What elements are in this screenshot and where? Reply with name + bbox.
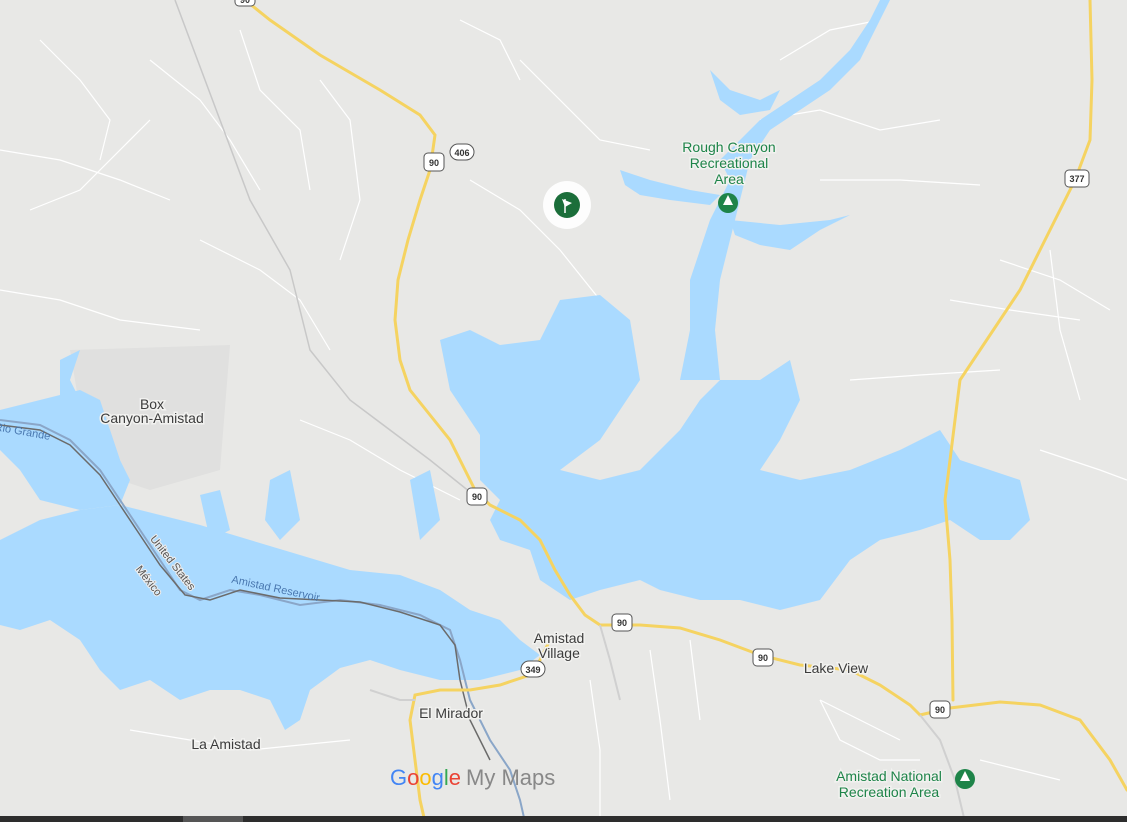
place-label-amistad-village: Village xyxy=(538,645,580,661)
park-label-amistad-nra: Amistad National xyxy=(836,768,942,784)
svg-text:90: 90 xyxy=(758,653,768,663)
svg-text:90: 90 xyxy=(617,618,627,628)
svg-text:My Maps: My Maps xyxy=(466,765,555,790)
park-label-amistad-nra: Recreation Area xyxy=(839,784,940,800)
place-label-el-mirador: El Mirador xyxy=(419,705,483,721)
us90-shield: 90 xyxy=(611,613,633,632)
us90-shield: 90 xyxy=(234,0,256,7)
scrollbar-thumb[interactable] xyxy=(183,816,243,822)
tree-icon[interactable] xyxy=(718,193,738,213)
svg-text:377: 377 xyxy=(1069,174,1084,184)
svg-text:406: 406 xyxy=(454,148,469,158)
map-canvas[interactable]: 90 406 377 90 90 349 90 90 90 Box Canyon… xyxy=(0,0,1127,822)
golf-flag-icon[interactable] xyxy=(543,181,591,229)
svg-text:349: 349 xyxy=(525,665,540,675)
svg-text:90: 90 xyxy=(240,0,250,5)
svg-text:Google: Google xyxy=(390,765,461,790)
place-label-box-canyon: Canyon-Amistad xyxy=(100,410,204,426)
svg-text:90: 90 xyxy=(935,705,945,715)
us90-shield: 90 xyxy=(752,648,774,667)
svg-text:90: 90 xyxy=(472,492,482,502)
park-label-rough-canyon: Recreational xyxy=(690,155,769,171)
us90-shield: 90 xyxy=(929,700,951,719)
place-label-lake-view: Lake View xyxy=(804,660,869,676)
place-label-amistad-village: Amistad xyxy=(534,630,585,646)
svg-text:90: 90 xyxy=(429,158,439,168)
tree-icon[interactable] xyxy=(955,769,975,789)
google-my-maps-logo: Google My Maps xyxy=(390,765,555,790)
r406-shield: 406 xyxy=(449,143,475,161)
park-label-rough-canyon: Area xyxy=(714,171,744,187)
us90-shield: 90 xyxy=(423,152,445,172)
us377-shield: 377 xyxy=(1064,169,1090,188)
bottom-scrollbar[interactable] xyxy=(0,816,1127,822)
r349-shield: 349 xyxy=(520,660,546,678)
place-label-la-amistad: La Amistad xyxy=(191,736,260,752)
park-label-rough-canyon: Rough Canyon xyxy=(682,139,775,155)
us90-shield: 90 xyxy=(466,487,488,506)
